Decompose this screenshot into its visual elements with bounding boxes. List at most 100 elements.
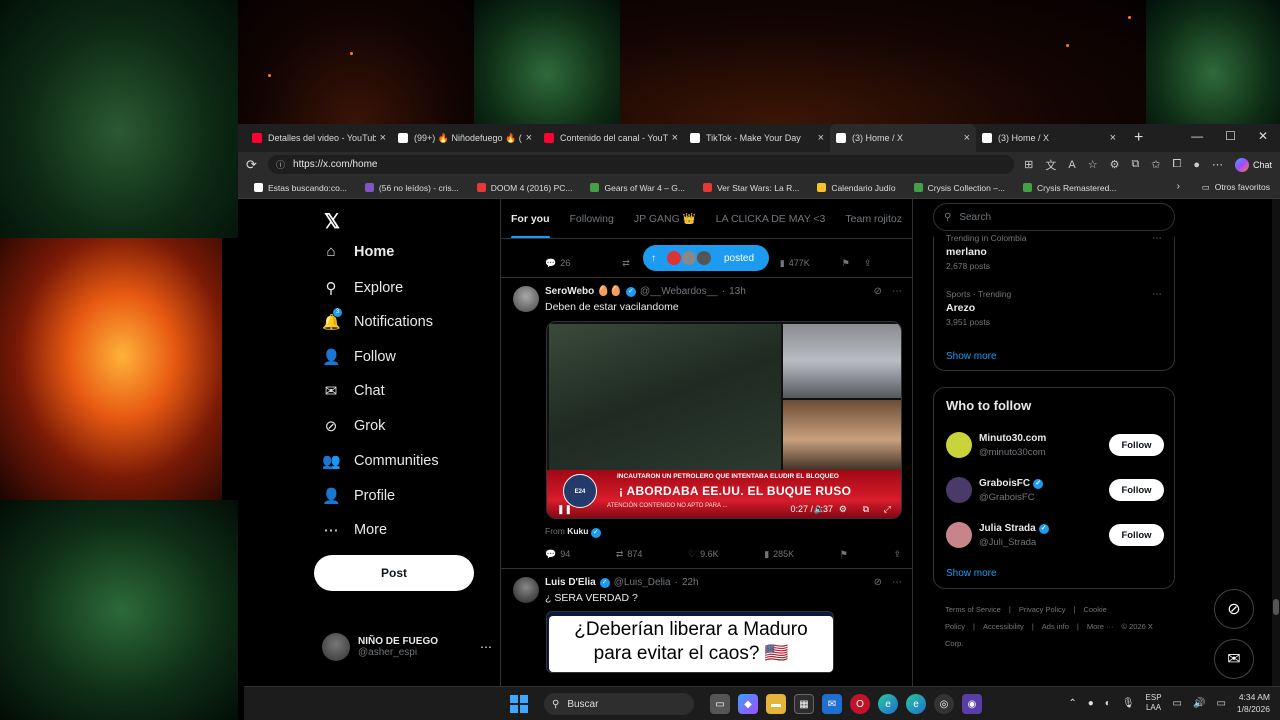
browser-tab[interactable]: (3) Home / X × xyxy=(976,124,1122,152)
bookmark-item[interactable]: DOOM 4 (2016) PC... xyxy=(476,183,572,193)
reload-icon[interactable]: ⟳ xyxy=(246,157,268,173)
collections-icon[interactable]: ⧠ xyxy=(1173,158,1182,171)
edge-icon[interactable]: e xyxy=(878,694,898,714)
more-icon[interactable]: ⋯ xyxy=(1152,233,1162,244)
footer-link[interactable]: Terms of Service xyxy=(945,605,1001,614)
follow-suggestion[interactable]: Julia Strada ✓ @Juli_Strada Follow xyxy=(946,520,1164,552)
bookmark-item[interactable]: Estas buscando:co... xyxy=(254,183,347,193)
repost-button[interactable]: ⇄ xyxy=(622,258,630,269)
browser-tab[interactable]: TikTok - Make Your Day × xyxy=(684,124,830,152)
reply-button[interactable]: 💬 26 xyxy=(545,258,570,269)
suggestion-name[interactable]: Julia Strada xyxy=(979,523,1036,534)
favorite-star-icon[interactable]: ☆ xyxy=(1088,158,1098,171)
copilot-chat-button[interactable]: Chat xyxy=(1234,157,1272,172)
translate-icon[interactable]: 文 xyxy=(1045,157,1056,173)
chevron-right-icon[interactable]: › xyxy=(1177,181,1180,192)
other-favorites[interactable]: ▭ Otros favoritos xyxy=(1202,182,1270,193)
post-button[interactable]: Post xyxy=(314,555,474,591)
messages-floating-button[interactable]: ✉ xyxy=(1214,639,1254,679)
tweet-time[interactable]: 22h xyxy=(682,577,699,588)
timeline-tab[interactable]: Following xyxy=(560,199,624,238)
task-view-icon[interactable]: ▭ xyxy=(710,694,730,714)
close-icon[interactable]: × xyxy=(380,132,386,144)
close-icon[interactable]: × xyxy=(964,132,970,144)
suggestion-name[interactable]: Minuto30.com xyxy=(979,433,1046,444)
minimize-icon[interactable]: — xyxy=(1191,129,1203,143)
views-button[interactable]: ▮ 285K xyxy=(764,549,794,560)
timeline-tab[interactable]: JP GANG 👑 xyxy=(624,199,706,238)
bookmark-item[interactable]: Crysis Collection –... xyxy=(913,183,1005,193)
language-indicator[interactable]: ESP LAA xyxy=(1146,693,1162,713)
tweet-author-name[interactable]: Luis D'Elia xyxy=(545,577,596,588)
nav-item-notifications[interactable]: 🔔 3 Notifications xyxy=(322,308,433,331)
close-icon[interactable]: × xyxy=(672,132,678,144)
tweet[interactable]: Luis D'Elia ✓ @Luis_Delia · 22h ⊘ ⋯ ¿ SE… xyxy=(501,569,912,689)
close-icon[interactable]: × xyxy=(526,132,532,144)
nav-item-explore[interactable]: ⚲ Explore xyxy=(322,279,404,297)
favorites-icon[interactable]: ✩ xyxy=(1151,158,1160,171)
tweet-author-handle[interactable]: @Luis_Delia xyxy=(614,577,671,588)
share-icon[interactable]: ⇪ xyxy=(893,549,901,560)
settings-icon[interactable]: ⚙ xyxy=(839,504,847,515)
tweet-image-card[interactable]: ¿Deberían liberar a Maduro para evitar e… xyxy=(546,611,834,673)
follow-suggestion[interactable]: GraboisFC ✓ @GraboisFC Follow xyxy=(946,475,1164,507)
bookmark-icon[interactable]: ⚑ xyxy=(842,258,850,269)
follow-button[interactable]: Follow xyxy=(1109,524,1164,546)
bookmark-item[interactable]: Calendario Judío xyxy=(817,183,896,193)
suggestion-name[interactable]: GraboisFC xyxy=(979,478,1030,489)
opera-icon[interactable]: O xyxy=(850,694,870,714)
reply-button[interactable]: 💬 94 xyxy=(545,549,570,560)
bookmark-item[interactable]: Crysis Remastered... xyxy=(1023,183,1116,193)
bookmark-item[interactable]: Ver Star Wars: La R... xyxy=(702,183,799,193)
timeline-tab[interactable]: For you xyxy=(501,199,560,238)
footer-link[interactable]: Ads info xyxy=(1042,622,1069,631)
nav-item-home[interactable]: ⌂ Home xyxy=(322,243,394,260)
tweet-time[interactable]: 13h xyxy=(729,286,746,297)
from-name[interactable]: Kuku xyxy=(567,526,588,536)
copilot-app-icon[interactable]: ◆ xyxy=(738,694,758,714)
github-icon[interactable]: ◎ xyxy=(934,694,954,714)
avatar[interactable] xyxy=(946,432,972,458)
bookmark-item[interactable]: Gears of War 4 – G... xyxy=(590,183,685,193)
avatar[interactable] xyxy=(513,577,539,603)
show-more-link[interactable]: Show more xyxy=(946,351,997,362)
nav-item-grok[interactable]: ⊘ Grok xyxy=(322,417,386,435)
clock[interactable]: 4:34 AM 1/8/2026 xyxy=(1237,691,1270,715)
footer-link[interactable]: More ··· xyxy=(1087,622,1114,631)
chevron-up-icon[interactable]: ⌃ xyxy=(1068,698,1076,709)
store-icon[interactable]: ▦ xyxy=(794,694,814,714)
trend-item[interactable]: Sports · Trending Arezo 3,951 posts xyxy=(946,289,1011,327)
nav-item-chat[interactable]: ✉ Chat xyxy=(322,382,385,400)
footer-link[interactable]: Accessibility xyxy=(983,622,1024,631)
taskbar-search-input[interactable]: ⚲ Buscar xyxy=(544,693,694,715)
volume-icon[interactable]: 🔈 xyxy=(814,504,825,515)
read-aloud-icon[interactable]: A xyxy=(1068,159,1075,171)
browser-tab[interactable]: (99+) 🔥 Niñodefuego 🔥 (@ni × xyxy=(392,124,538,152)
close-icon[interactable]: × xyxy=(1110,132,1116,144)
browser-tab[interactable]: Detalles del video - YouTube × xyxy=(246,124,392,152)
avatar[interactable] xyxy=(513,286,539,312)
account-switcher[interactable]: NIÑO DE FUEGO @asher_espi ⋯ xyxy=(322,633,492,661)
browser-tab[interactable]: (3) Home / X × xyxy=(830,124,976,152)
tweet[interactable]: SeroWebo 🥚🥚 ✓ @__Webardos__ · 13h ⊘ ⋯ De… xyxy=(501,277,912,569)
follow-button[interactable]: Follow xyxy=(1109,434,1164,456)
nav-item-follow[interactable]: 👤 Follow xyxy=(322,348,396,366)
repost-button[interactable]: ⇄ 874 xyxy=(616,549,643,560)
file-explorer-icon[interactable]: ▬ xyxy=(766,694,786,714)
nav-item-communities[interactable]: 👥 Communities xyxy=(322,452,439,470)
follow-suggestion[interactable]: Minuto30.com @minuto30com Follow xyxy=(946,430,1164,462)
avatar[interactable] xyxy=(946,477,972,503)
trend-item[interactable]: Trending in Colombia merlano 2,678 posts xyxy=(946,233,1026,271)
extensions-icon[interactable]: ⚙ xyxy=(1110,158,1120,171)
maximize-icon[interactable]: ☐ xyxy=(1225,129,1236,143)
follow-button[interactable]: Follow xyxy=(1109,479,1164,501)
tray-app-icon[interactable]: ● xyxy=(1088,698,1094,709)
show-more-link[interactable]: Show more xyxy=(946,568,997,579)
bookmark-icon[interactable]: ⚑ xyxy=(840,549,848,560)
app-icon[interactable]: ◉ xyxy=(962,694,982,714)
browser-tab[interactable]: Contenido del canal - YouTub × xyxy=(538,124,684,152)
split-screen-icon[interactable]: ⧉ xyxy=(1131,158,1139,171)
battery-icon[interactable]: ▭ xyxy=(1216,698,1225,709)
microphone-icon[interactable]: 🎙 xyxy=(1122,698,1135,709)
tweet-author-handle[interactable]: @__Webardos__ xyxy=(640,286,718,297)
